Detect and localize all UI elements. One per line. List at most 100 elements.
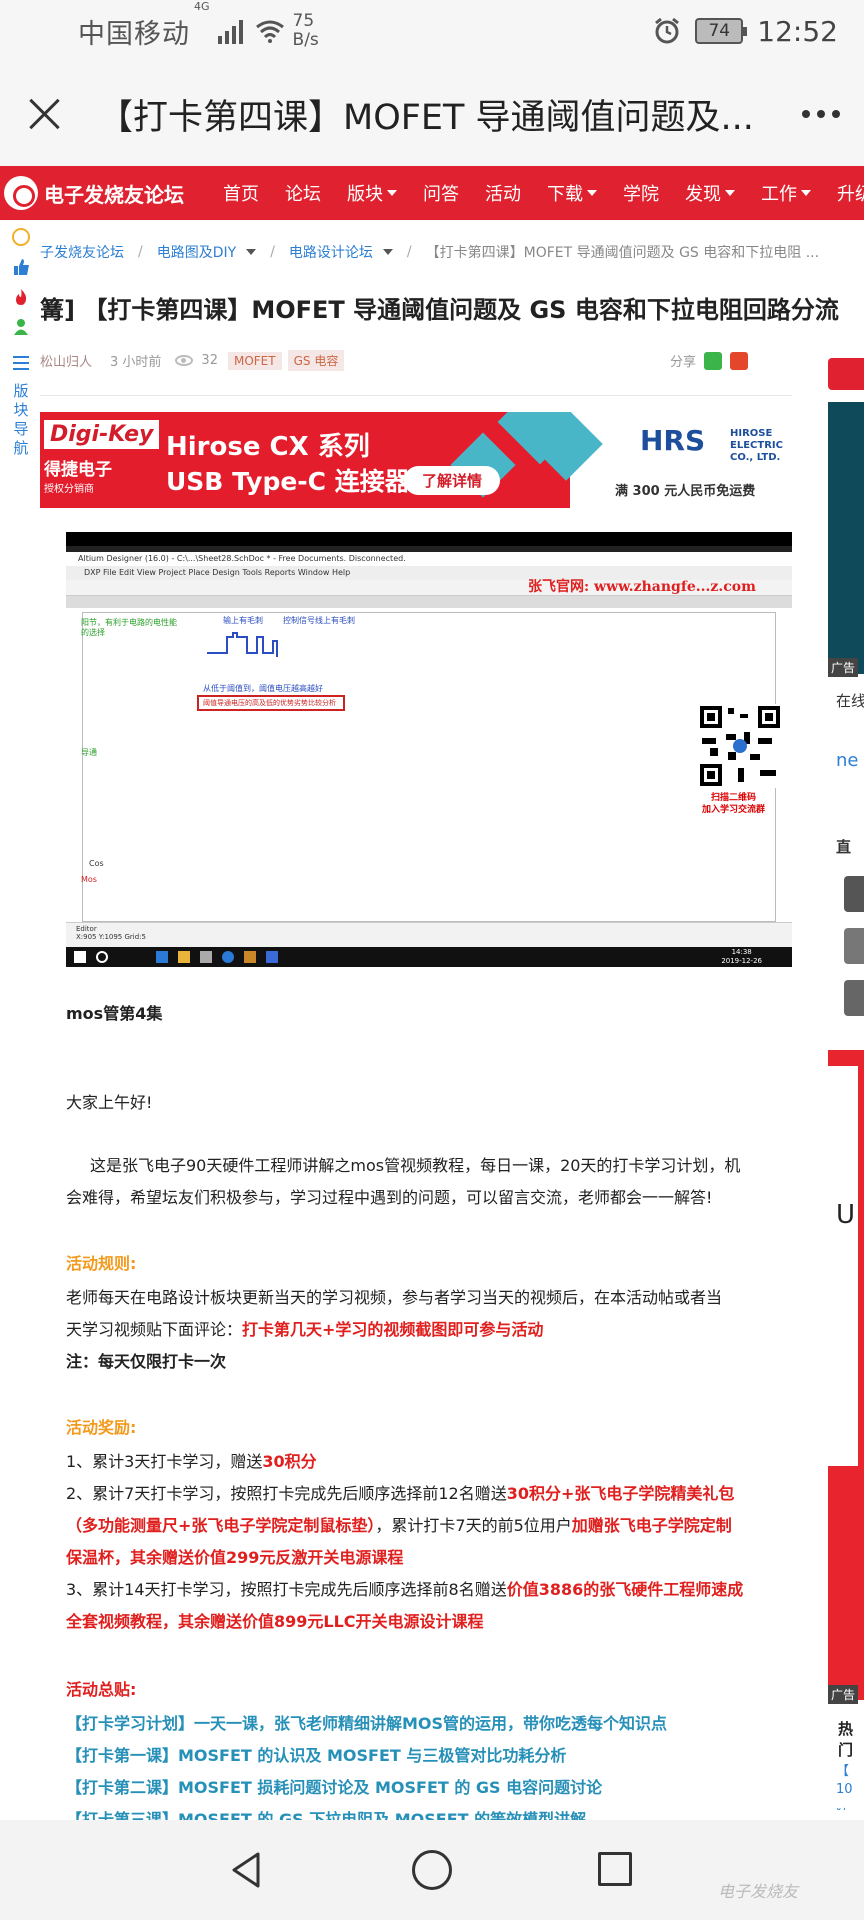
recent-apps-icon[interactable] <box>598 1852 632 1886</box>
nav-item[interactable]: 发现 <box>672 180 748 206</box>
share-label: 分享 <box>669 355 696 370</box>
banner-headline: Hirose CX 系列 <box>166 432 370 462</box>
site-nav: 电子发烧友论坛 首页 论坛 版块 问答 活动 下载 学院 发现 工作 升级VIP <box>0 166 864 220</box>
rules-emphasis: 打卡第几天+学习的视频截图即可参与活动 <box>242 1320 544 1339</box>
waveform-drawing <box>207 632 278 657</box>
carrier-name: 中国移动 <box>78 18 190 50</box>
folder-icon <box>178 951 190 963</box>
nav-item[interactable]: 版块 <box>334 180 410 206</box>
note-line: 注：每天仅限打卡一次 <box>66 1352 227 1371</box>
author-name[interactable]: 松山归人 <box>40 351 92 370</box>
wechat-icon[interactable] <box>704 351 722 370</box>
hirose-logo: HRS <box>640 424 706 457</box>
video-screenshot[interactable]: Altium Designer (16.0) - C:\...\Sheet28.… <box>66 532 792 967</box>
greeting: 大家上午好! <box>66 1093 153 1112</box>
altium-window: Altium Designer (16.0) - C:\...\Sheet28.… <box>66 552 792 947</box>
like-icon[interactable] <box>12 258 30 276</box>
schematic-canvas: 输上有毛刺 控制信号线上有毛刺 从低于阈值到，阈值电压越高越好 阈值导通电压的高… <box>81 612 776 922</box>
nav-items: 首页 论坛 版块 问答 活动 下载 学院 发现 工作 升级VIP <box>210 180 864 206</box>
reward-heading: 活动奖励: <box>66 1418 137 1437</box>
avatar[interactable] <box>844 928 864 964</box>
nav-item[interactable]: 工作 <box>748 180 824 206</box>
chevron-down-icon[interactable] <box>246 249 257 255</box>
breadcrumb-item[interactable]: 电路设计论坛 <box>289 242 373 262</box>
banner-subheadline: USB Type-C 连接器 <box>166 467 410 496</box>
nav-item[interactable]: 论坛 <box>272 180 334 206</box>
section-nav-label[interactable]: 版块导航 <box>13 382 29 458</box>
menu-icon[interactable] <box>13 356 29 370</box>
chevron-down-icon <box>801 190 811 196</box>
site-logo[interactable]: 电子发烧友论坛 <box>0 176 210 210</box>
more-options-icon[interactable] <box>802 110 840 118</box>
banner-cta-button[interactable]: 了解详情 <box>404 466 501 495</box>
altium-icon <box>244 951 256 963</box>
view-count: 32 <box>201 353 218 368</box>
chevron-down-icon <box>387 190 397 196</box>
home-icon[interactable] <box>412 1850 452 1890</box>
search-icon <box>96 951 108 963</box>
nav-item[interactable]: 下载 <box>534 180 610 206</box>
hot-list-item[interactable]: 10 <box>836 1782 853 1797</box>
banner-shipping: 满 300 元人民币免运费 <box>615 484 756 499</box>
canvas-label: 控制信号线上有毛刺 <box>283 616 355 625</box>
clock-icon[interactable] <box>12 228 30 246</box>
nav-item-label: 问答 <box>423 184 459 205</box>
breadcrumb-item[interactable]: 电路图及DIY <box>157 242 236 262</box>
nav-item[interactable]: 首页 <box>210 180 272 206</box>
tag[interactable]: GS 电容 <box>287 350 345 371</box>
reward-emphasis: 30积分+张飞电子学院精美礼包 <box>506 1484 735 1503</box>
speed-value: 75 <box>292 11 315 31</box>
digikey-logo: Digi-Key 得捷电子 授权分销商 <box>44 420 162 495</box>
calculator-icon <box>200 951 212 963</box>
sidebar-button[interactable] <box>828 358 864 390</box>
hot-list-item[interactable]: 独 <box>836 1804 849 1810</box>
nav-item[interactable]: 升级VIP <box>824 180 864 206</box>
summary-link[interactable]: 【打卡第二课】MOSFET 损耗问题讨论及 MOSFET 的 GS 电容问题讨论 <box>66 1774 602 1798</box>
reward-text: 3、累计14天打卡学习，按照打卡完成先后顺序选择前8名赠送 <box>66 1580 507 1599</box>
banner-ad[interactable]: Digi-Key 得捷电子 授权分销商 Hirose CX 系列 USB Typ… <box>40 412 792 508</box>
nav-item[interactable]: 学院 <box>610 180 672 206</box>
back-icon[interactable] <box>228 1850 268 1890</box>
summary-link[interactable]: 【打卡第一课】MOSFET 的认识及 MOSFET 与三极管对比功耗分析 <box>66 1742 566 1766</box>
hot-heading: 热门 <box>838 1720 854 1759</box>
tag[interactable]: MOFET <box>227 351 282 370</box>
breadcrumb-separator: / <box>406 244 412 260</box>
nav-item-label: 升级VIP <box>837 184 864 205</box>
fire-icon[interactable] <box>13 288 29 306</box>
sidebar-text: 直 <box>836 838 852 856</box>
nav-item[interactable]: 活动 <box>472 180 534 206</box>
hot-list-item[interactable]: 【 <box>836 1760 849 1779</box>
wifi-icon <box>255 20 284 43</box>
chevron-down-icon[interactable] <box>382 249 393 255</box>
banner-brand-cn: 得捷电子 <box>44 460 112 480</box>
taskbar-clock: 14:38 2019-12-26 <box>721 948 762 965</box>
user-icon[interactable] <box>13 318 29 336</box>
editor-tab: Editor <box>76 925 97 933</box>
eye-icon <box>175 355 194 366</box>
close-icon[interactable] <box>24 94 64 134</box>
right-sidebar: 广告 在线 ne 直 U 广告 热门 【 10 独 <box>828 340 864 1810</box>
signal-icon <box>217 18 243 44</box>
avatar[interactable] <box>844 876 864 912</box>
summary-link[interactable]: 【打卡学习计划】一天一课，张飞老师精细讲解MOS管的运用，带你吃透每个知识点 <box>66 1710 667 1734</box>
share-bar: 分享 <box>670 351 748 370</box>
sidebar-ad[interactable] <box>828 402 864 674</box>
reward-emphasis: 30积分 <box>262 1452 317 1471</box>
nav-item[interactable]: 问答 <box>410 180 472 206</box>
breadcrumb-item[interactable]: 子发烧友论坛 <box>40 242 124 262</box>
reward-emphasis: 价值3886的张飞硬件工程师速成 <box>506 1580 744 1599</box>
app-icon <box>222 951 234 963</box>
nav-item-label: 活动 <box>485 184 521 205</box>
document-tabs <box>66 596 792 608</box>
breadcrumb: 子发烧友论坛 / 电路图及DIY / 电路设计论坛 / 【打卡第四课】MOFET… <box>40 242 819 262</box>
canvas-label: 从低于阈值到，阈值电压越高越好 <box>203 684 323 693</box>
windows-start-icon <box>74 951 86 963</box>
banner-brand: Digi-Key <box>44 420 160 449</box>
system-nav-bar: 电子发烧友 <box>0 1820 864 1920</box>
weibo-icon[interactable] <box>730 351 748 370</box>
reward-line: 2、累计7天打卡学习，按照打卡完成先后顺序选择前12名赠送30积分+张飞电子学院… <box>66 1480 734 1504</box>
highlight-box: 阈值导通电压的高及低的优势劣势比较分析 <box>197 695 345 711</box>
avatar[interactable] <box>844 980 864 1016</box>
clock: 12:52 <box>757 14 838 48</box>
network-speed: 75 B/s <box>293 12 319 50</box>
